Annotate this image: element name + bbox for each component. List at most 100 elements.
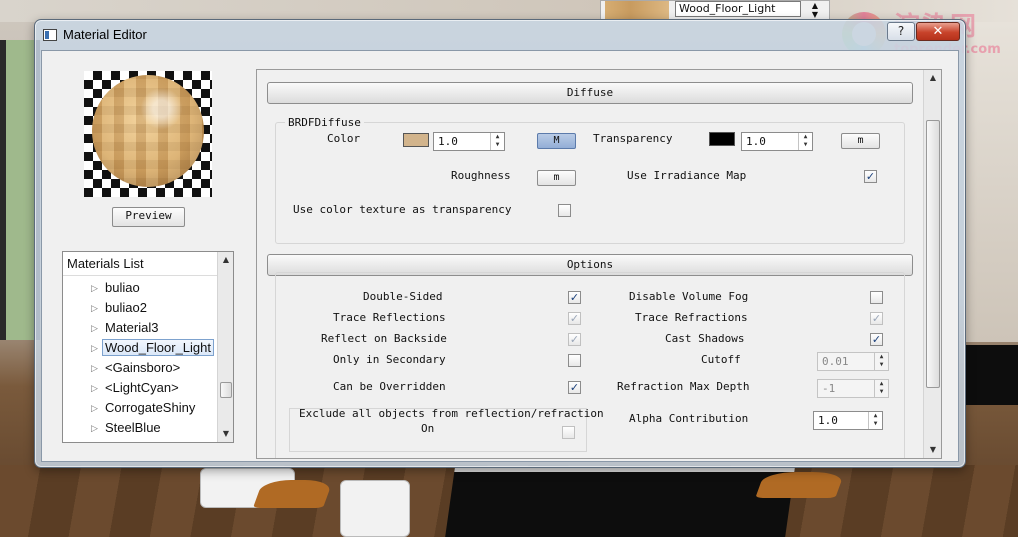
transparency-swatch[interactable]	[709, 132, 735, 146]
only-secondary-checkbox[interactable]	[568, 354, 581, 367]
materials-list-items: ▷ buliao ▷ buliao2 ▷ Material3 ▷ Wood_Floor_…	[63, 278, 217, 438]
preview-button[interactable]: Preview	[112, 207, 185, 227]
cutoff-label: Cutoff	[701, 353, 741, 366]
material-preview	[84, 71, 212, 197]
expand-arrow-icon[interactable]: ▷	[91, 318, 98, 338]
color-map-button[interactable]: M	[537, 133, 576, 149]
alpha-contribution-input[interactable]: 1.0 ▲ ▼	[813, 411, 883, 430]
list-item-label: <Gainsboro>	[105, 360, 181, 375]
spinner-arrows-icon[interactable]: ▲ ▼	[874, 380, 888, 397]
irradiance-checkbox[interactable]: ✓	[864, 170, 877, 183]
materials-list: Materials List ▷ buliao ▷ buliao2 ▷ Materia…	[62, 251, 234, 443]
materials-list-header: Materials List	[63, 252, 217, 276]
list-item[interactable]: ▷ Material3	[63, 318, 217, 338]
refraction-max-depth-label: Refraction Max Depth	[617, 380, 750, 393]
material-thumbnail	[605, 1, 669, 20]
spinner-arrows-icon[interactable]: ▲ ▼	[490, 133, 504, 150]
roughness-label: Roughness	[451, 169, 511, 182]
background-material-name[interactable]: Wood_Floor_Light	[675, 1, 801, 17]
material-editor-window: Material Editor ? ✕ Preview Materials Li…	[34, 19, 966, 468]
spinner-arrows-icon[interactable]: ▲ ▼	[874, 353, 888, 370]
cutoff-value: 0.01	[822, 355, 849, 368]
list-item-label: <LightCyan>	[105, 380, 179, 395]
background-seat	[252, 480, 334, 508]
color-swatch[interactable]	[403, 133, 429, 147]
list-item-label: buliao2	[105, 300, 147, 315]
reflect-backside-checkbox[interactable]: ✓	[568, 333, 581, 346]
spinner-arrows-icon[interactable]: ▲ ▼	[807, 1, 823, 19]
exclude-on-checkbox[interactable]	[562, 426, 575, 439]
list-item[interactable]: ▷ CorrogateShiny	[63, 398, 217, 418]
exclude-label: Exclude all objects from reflection/refr…	[299, 407, 604, 420]
roughness-map-button[interactable]: m	[537, 170, 576, 186]
close-button[interactable]: ✕	[916, 22, 960, 41]
background-wall-right	[965, 22, 1018, 342]
properties-panel: Diffuse BRDFDiffuse Color 1.0 ▲ ▼ M Transp…	[256, 69, 942, 459]
list-item[interactable]: ▷ buliao	[63, 278, 217, 298]
transparency-map-button[interactable]: m	[841, 133, 880, 149]
spinner-arrows-icon[interactable]: ▲ ▼	[868, 412, 882, 429]
scroll-thumb[interactable]	[220, 382, 232, 398]
color-label: Color	[327, 132, 361, 145]
expand-arrow-icon[interactable]: ▷	[91, 358, 98, 378]
cast-shadows-checkbox[interactable]: ✓	[870, 333, 883, 346]
background-seat	[755, 472, 845, 498]
double-sided-checkbox[interactable]: ✓	[568, 291, 581, 304]
list-item-label: Material3	[105, 320, 159, 335]
list-item-label: buliao	[105, 280, 140, 295]
scroll-down-icon[interactable]: ▼	[218, 426, 234, 442]
transparency-label: Transparency	[593, 132, 673, 145]
disable-volume-fog-checkbox[interactable]	[870, 291, 883, 304]
scroll-up-icon[interactable]: ▲	[924, 70, 941, 86]
trace-refractions-checkbox[interactable]: ✓	[870, 312, 883, 325]
background-chair	[340, 480, 410, 537]
list-item-label: SteelBlue	[105, 420, 161, 435]
refraction-max-depth-input[interactable]: -1 ▲ ▼	[817, 379, 889, 398]
irradiance-label: Use Irradiance Map	[627, 169, 747, 182]
properties-scrollbar[interactable]: ▲ ▼	[923, 70, 941, 458]
scroll-thumb[interactable]	[926, 120, 940, 388]
transparency-multiplier-input[interactable]: 1.0 ▲ ▼	[741, 132, 813, 151]
expand-arrow-icon[interactable]: ▷	[91, 378, 98, 398]
scroll-up-icon[interactable]: ▲	[218, 252, 234, 268]
color-texture-transparency-label: Use color texture as transparency	[293, 203, 512, 216]
alpha-contribution-label: Alpha Contribution	[629, 412, 749, 425]
trace-reflections-checkbox[interactable]: ✓	[568, 312, 581, 325]
preview-sphere	[92, 75, 204, 187]
materials-list-scrollbar[interactable]: ▲ ▼	[217, 252, 233, 442]
background-table-right	[965, 345, 1018, 405]
trace-reflections-label: Trace Reflections	[333, 311, 446, 324]
expand-arrow-icon[interactable]: ▷	[91, 398, 98, 418]
brdf-diffuse-group-title: BRDFDiffuse	[285, 116, 364, 129]
expand-arrow-icon[interactable]: ▷	[91, 338, 98, 358]
refraction-max-depth-value: -1	[822, 382, 836, 395]
color-multiplier-input[interactable]: 1.0 ▲ ▼	[433, 132, 505, 151]
app-icon	[43, 29, 57, 41]
list-item-label: Wood_Floor_Light	[102, 339, 214, 356]
alpha-contribution-value: 1.0	[818, 414, 838, 427]
list-item[interactable]: ▷ <Gainsboro>	[63, 358, 217, 378]
can-be-overridden-checkbox[interactable]: ✓	[568, 381, 581, 394]
expand-arrow-icon[interactable]: ▷	[91, 298, 98, 318]
list-item[interactable]: ▷ <LightCyan>	[63, 378, 217, 398]
trace-refractions-label: Trace Refractions	[635, 311, 748, 324]
transparency-multiplier-value: 1.0	[746, 135, 766, 148]
expand-arrow-icon[interactable]: ▷	[91, 418, 98, 438]
diffuse-section-header[interactable]: Diffuse	[267, 82, 913, 104]
expand-arrow-icon[interactable]: ▷	[91, 278, 98, 298]
exclude-on-label: On	[421, 422, 435, 435]
cutoff-input[interactable]: 0.01 ▲ ▼	[817, 352, 889, 371]
list-item[interactable]: ▷ buliao2	[63, 298, 217, 318]
can-be-overridden-label: Can be Overridden	[333, 380, 446, 393]
title-bar[interactable]: Material Editor ? ✕	[35, 20, 965, 50]
list-item-label: CorrogateShiny	[105, 400, 196, 415]
help-button[interactable]: ?	[887, 22, 915, 41]
disable-volume-fog-label: Disable Volume Fog	[629, 290, 749, 303]
color-texture-transparency-checkbox[interactable]	[558, 204, 571, 217]
spinner-arrows-icon[interactable]: ▲ ▼	[798, 133, 812, 150]
list-item[interactable]: ▷ SteelBlue	[63, 418, 217, 438]
scroll-down-icon[interactable]: ▼	[924, 442, 941, 458]
reflect-backside-label: Reflect on Backside	[321, 332, 447, 345]
window-title: Material Editor	[63, 27, 147, 42]
list-item-selected[interactable]: ▷ Wood_Floor_Light	[63, 338, 217, 358]
